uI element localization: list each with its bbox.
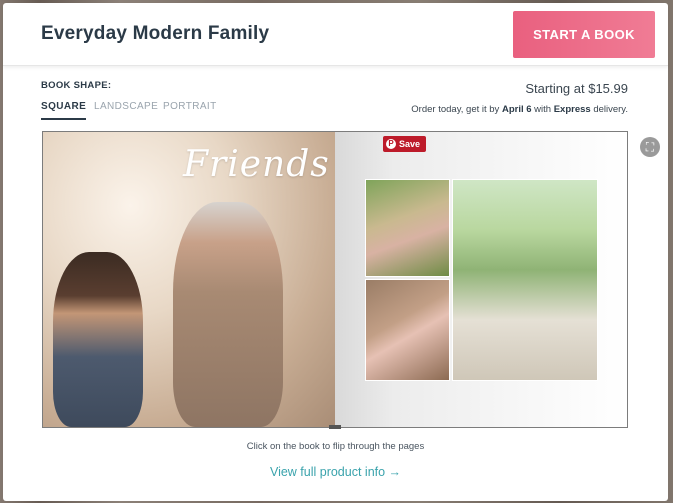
save-label: Save bbox=[399, 139, 421, 149]
tab-landscape[interactable]: LANDSCAPE bbox=[94, 101, 158, 118]
starting-price: Starting at $15.99 bbox=[525, 81, 628, 96]
book-left-page: Friends bbox=[43, 132, 335, 427]
delivery-mid: with bbox=[531, 104, 554, 115]
photo-girls-walking bbox=[452, 179, 598, 381]
tab-square[interactable]: SQUARE bbox=[41, 101, 87, 120]
flip-hint: Click on the book to flip through the pa… bbox=[246, 441, 425, 452]
product-modal: Everyday Modern Family START A BOOK BOOK… bbox=[3, 3, 668, 501]
photo-grandmother bbox=[173, 202, 283, 427]
delivery-estimate: Order today, get it by April 6 with Expr… bbox=[411, 104, 628, 115]
book-preview[interactable]: Friends P Save bbox=[42, 131, 628, 429]
page-title-friends: Friends bbox=[183, 144, 330, 185]
start-a-book-button[interactable]: START A BOOK bbox=[513, 11, 655, 58]
photo-child bbox=[53, 252, 143, 427]
pinterest-icon: P bbox=[386, 139, 396, 149]
product-title: Everyday Modern Family bbox=[41, 23, 270, 44]
book-shape-label: BOOK SHAPE: bbox=[41, 80, 112, 91]
delivery-date: April 6 bbox=[501, 104, 532, 115]
pinterest-save-button[interactable]: P Save bbox=[383, 136, 426, 152]
book-spine-marker bbox=[329, 425, 341, 429]
delivery-suffix: delivery. bbox=[590, 104, 628, 115]
photo-girl-hammock bbox=[365, 179, 450, 277]
delivery-prefix: Order today, get it by bbox=[411, 104, 502, 115]
view-full-product-info-link[interactable]: View full product info → bbox=[3, 465, 668, 479]
expand-icon[interactable]: ⛶ bbox=[640, 137, 660, 157]
delivery-method: Express bbox=[553, 104, 591, 115]
tab-portrait[interactable]: PORTRAIT bbox=[163, 101, 217, 118]
modal-header: Everyday Modern Family START A BOOK bbox=[3, 3, 668, 66]
photo-girl-ground bbox=[365, 279, 450, 381]
